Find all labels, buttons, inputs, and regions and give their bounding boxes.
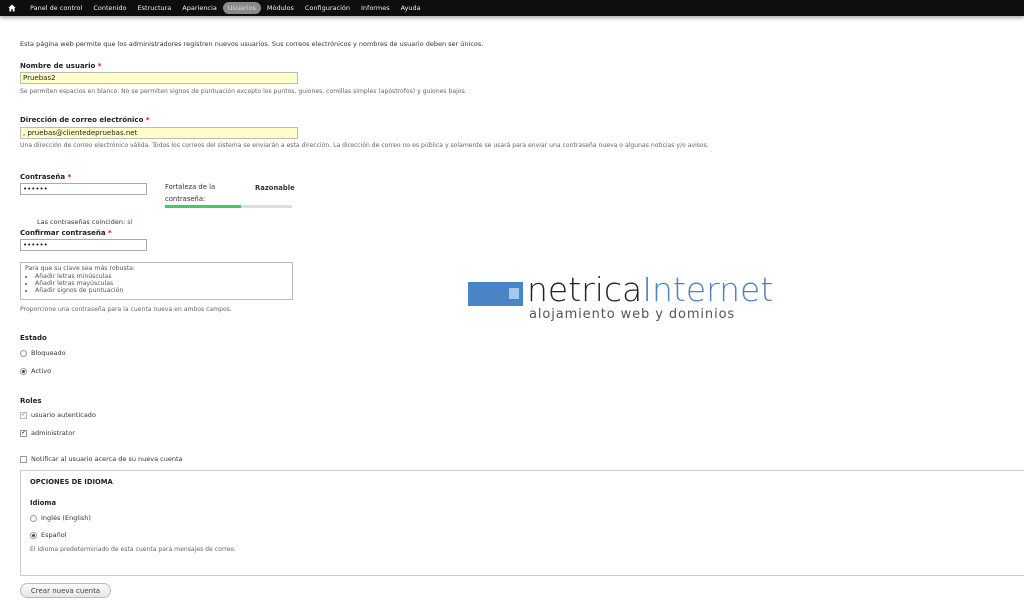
list-item: Añadir signos de puntuación xyxy=(35,287,288,294)
checkbox-notify[interactable] xyxy=(20,455,27,463)
netrica-logo: netricaInternet alojamiento web y domini… xyxy=(468,272,803,326)
toolbar-item-help[interactable]: Ayuda xyxy=(396,2,426,14)
language-option-label: Español xyxy=(41,531,67,539)
toolbar-item-structure[interactable]: Estructura xyxy=(133,2,177,14)
toolbar-item-dashboard[interactable]: Panel de control xyxy=(25,2,87,14)
password-suggestions: Para que su clave sea más robusta: Añadi… xyxy=(20,262,293,300)
email-label-text: Dirección de correo electrónico xyxy=(20,116,144,124)
language-fieldset-title: OPCIONES DE IDIOMA xyxy=(30,478,113,486)
password-strength-bar xyxy=(165,205,292,208)
status-title: Estado xyxy=(20,334,47,342)
logo-mark xyxy=(468,282,523,306)
radio-english[interactable] xyxy=(30,514,37,522)
password-match-value: sí xyxy=(127,218,133,226)
password-input[interactable] xyxy=(20,183,147,195)
language-option-label: Inglés (English) xyxy=(41,514,91,522)
email-description: Una dirección de correo electrónico váli… xyxy=(20,142,709,149)
email-input[interactable] xyxy=(20,127,298,139)
toolbar-item-reports[interactable]: Informes xyxy=(356,2,395,14)
status-option-label: Activo xyxy=(31,367,52,375)
checkbox-administrator[interactable]: ✔ xyxy=(20,429,27,437)
password-suggestions-title: Para que su clave sea más robusta: xyxy=(25,265,135,272)
toolbar-item-users[interactable]: Usuarios xyxy=(222,2,261,14)
confirm-password-label: Confirmar contraseña * xyxy=(20,229,112,237)
radio-spanish[interactable] xyxy=(30,531,37,539)
logo-word-1: netrica xyxy=(527,270,643,309)
username-input[interactable] xyxy=(20,72,298,84)
list-item: Añadir letras minúsculas xyxy=(35,273,288,280)
role-label: administrator xyxy=(31,429,75,437)
logo-mark-inner xyxy=(509,288,519,299)
username-label: Nombre de usuario * xyxy=(20,62,101,70)
password-label-text: Contraseña xyxy=(20,173,66,181)
language-option-english[interactable]: Inglés (English) xyxy=(30,514,91,522)
toolbar-item-content[interactable]: Contenido xyxy=(88,2,131,14)
toolbar-item-modules[interactable]: Módulos xyxy=(262,2,299,14)
email-label: Dirección de correo electrónico * xyxy=(20,116,150,124)
status-option-blocked[interactable]: Bloqueado xyxy=(20,349,66,357)
status-option-active[interactable]: Activo xyxy=(20,367,51,375)
create-account-button[interactable]: Crear nueva cuenta xyxy=(20,583,111,598)
admin-toolbar: Panel de control Contenido Estructura Ap… xyxy=(0,0,1024,16)
radio-active[interactable] xyxy=(20,367,27,375)
role-label: usuario autenticado xyxy=(31,411,96,419)
password-match-label: Las contraseñas coinciden: xyxy=(37,218,126,226)
password-strength-label: Fortaleza de la contraseña: xyxy=(165,183,216,203)
password-strength-fill xyxy=(165,205,242,208)
roles-title: Roles xyxy=(20,397,42,405)
username-description: Se permiten espacios en blanco. No se pe… xyxy=(20,88,467,95)
list-item: Añadir letras mayúsculas xyxy=(35,280,288,287)
confirm-password-label-text: Confirmar contraseña xyxy=(20,229,106,237)
logo-word-2: Internet xyxy=(642,270,774,309)
role-administrator[interactable]: ✔ administrator xyxy=(20,429,75,437)
radio-blocked[interactable] xyxy=(20,349,27,357)
logo-tagline: alojamiento web y dominios xyxy=(529,307,736,322)
required-marker: * xyxy=(67,173,72,181)
language-description: El idioma predeterminado de esta cuenta … xyxy=(30,546,236,553)
password-strength-value: Razonable xyxy=(255,184,295,192)
checkbox-authenticated: ✔ xyxy=(20,411,27,419)
username-label-text: Nombre de usuario xyxy=(20,62,96,70)
confirm-password-input[interactable] xyxy=(20,239,147,251)
toolbar-item-appearance[interactable]: Apariencia xyxy=(177,2,222,14)
required-marker: * xyxy=(145,116,150,124)
password-description: Proporcione una contraseña para la cuent… xyxy=(20,306,232,313)
language-title: Idioma xyxy=(30,499,57,507)
password-match: Las contraseñas coinciden: sí xyxy=(37,218,132,226)
status-option-label: Bloqueado xyxy=(31,349,66,357)
toolbar-item-configuration[interactable]: Configuración xyxy=(300,2,355,14)
notify-label: Notificar al usuario acerca de su nueva … xyxy=(31,455,183,463)
intro-text: Esta página web permite que los administ… xyxy=(20,40,484,48)
required-marker: * xyxy=(97,62,102,70)
language-fieldset: OPCIONES DE IDIOMA Idioma Inglés (Englis… xyxy=(20,470,1024,576)
password-suggestions-list: Añadir letras minúsculas Añadir letras m… xyxy=(25,273,288,294)
logo-wordmark: netricaInternet xyxy=(527,272,773,308)
language-option-spanish[interactable]: Español xyxy=(30,531,67,539)
home-icon[interactable] xyxy=(8,4,16,12)
role-authenticated: ✔ usuario autenticado xyxy=(20,411,96,419)
password-label: Contraseña * xyxy=(20,173,71,181)
notify-user[interactable]: Notificar al usuario acerca de su nueva … xyxy=(20,455,183,463)
required-marker: * xyxy=(108,229,112,237)
